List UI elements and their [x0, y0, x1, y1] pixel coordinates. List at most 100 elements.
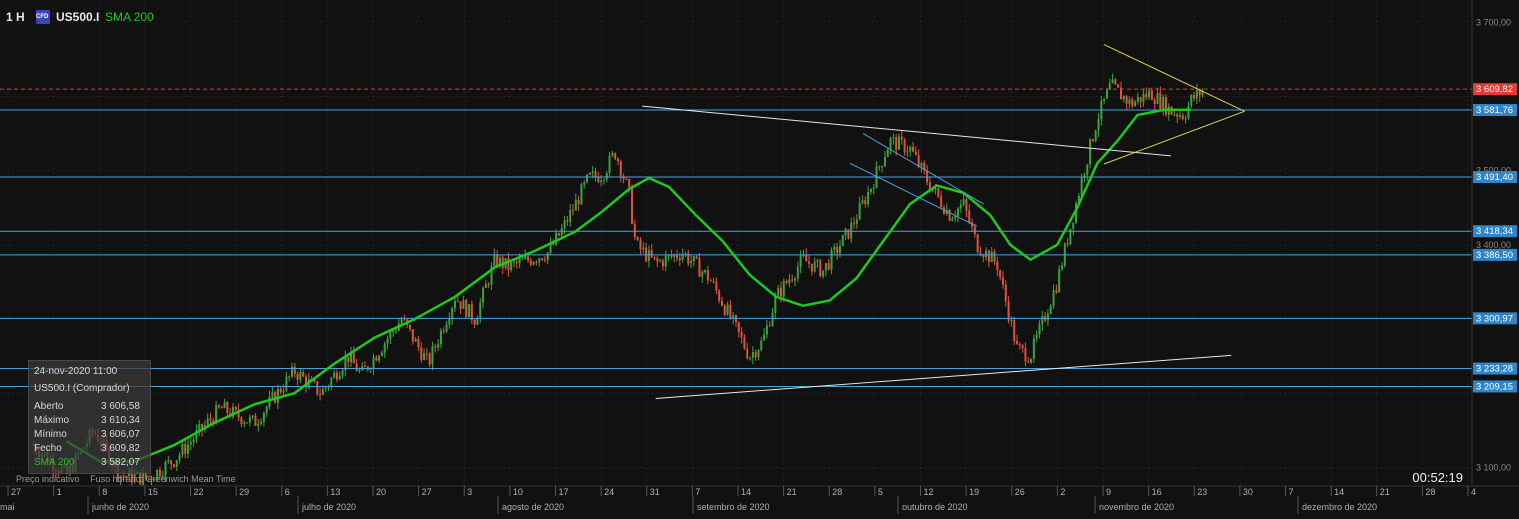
candle-body	[566, 220, 569, 222]
candle-body	[1038, 323, 1041, 335]
candle-body	[1049, 306, 1052, 314]
candle-body	[187, 444, 190, 454]
chart-area[interactable]: 3 100,00 3 700,00 3 500,00 3 400,00 3 609,82…	[0, 0, 1519, 514]
candle-body	[836, 246, 839, 254]
candle-body	[1052, 290, 1055, 307]
candle-body	[512, 261, 515, 263]
candle-body	[633, 223, 636, 238]
candle-body	[757, 350, 760, 358]
candle-body	[796, 267, 799, 279]
candle-body	[479, 302, 482, 319]
month-label: julho de 2020	[301, 502, 356, 512]
candle-body	[993, 251, 996, 262]
candle-body	[260, 421, 263, 424]
candle-body	[465, 300, 468, 318]
candle-body	[982, 255, 985, 258]
candle-body	[341, 370, 344, 376]
candle-body	[987, 250, 990, 262]
candle-body	[833, 246, 836, 250]
candle-body	[453, 301, 456, 308]
candle-body	[940, 196, 943, 208]
candle-body	[583, 182, 586, 185]
candle-body	[189, 442, 192, 445]
price-chart[interactable]: 3 100,003 700,003 500,003 400,003 609,82…	[0, 0, 1519, 514]
candle-body	[234, 406, 237, 410]
candle-body	[1105, 89, 1108, 99]
candle-body	[611, 153, 614, 156]
candle-body	[1016, 340, 1019, 345]
candle-body	[830, 249, 833, 270]
time-tick-label: 21	[787, 487, 797, 497]
indicator-label[interactable]: SMA 200	[105, 8, 154, 26]
cfd-icon: CFD	[36, 10, 50, 24]
candle-body	[448, 318, 451, 325]
candle-body	[420, 347, 423, 360]
candle-body	[602, 179, 605, 181]
candle-body	[1086, 164, 1089, 175]
time-tick-label: 22	[194, 487, 204, 497]
month-label: mai	[0, 502, 15, 512]
candle-body	[543, 259, 546, 261]
candle-body	[268, 396, 271, 407]
candle-body	[726, 304, 729, 315]
infobox-label-close: Fecho	[34, 443, 62, 454]
candle-body	[541, 258, 544, 260]
candle-body	[380, 352, 383, 356]
candle-body	[715, 281, 718, 291]
candle-body	[1179, 115, 1182, 117]
candle-body	[271, 392, 274, 397]
candle-body	[1108, 83, 1111, 90]
candle-body	[594, 171, 597, 177]
candle-body	[285, 376, 288, 391]
time-tick-label: 29	[239, 487, 249, 497]
timeframe-label[interactable]: 1 H	[6, 8, 25, 26]
candle-body	[254, 415, 257, 426]
candle-body	[518, 258, 521, 264]
candle-body	[262, 412, 265, 422]
infobox-value-low: 3 606,07	[101, 429, 140, 440]
timezone-label: Fuso horário: Greenwich Mean Time	[90, 474, 236, 484]
candle-body	[740, 331, 743, 338]
candle-body	[1091, 139, 1094, 141]
candle-body	[816, 260, 819, 262]
time-tick-label: 13	[330, 487, 340, 497]
symbol-label[interactable]: US500.I	[56, 8, 99, 26]
candle-body	[704, 270, 707, 272]
candle-body	[698, 258, 701, 277]
trendline-yellow	[1103, 44, 1245, 112]
time-tick-label: 5	[878, 487, 883, 497]
candle-body	[827, 263, 830, 270]
candle-body	[1131, 99, 1134, 107]
candle-body	[1001, 277, 1004, 285]
month-label: dezembro de 2020	[1302, 502, 1377, 512]
candle-body	[850, 222, 853, 239]
candle-body	[886, 149, 889, 158]
time-tick-label: 30	[1243, 487, 1253, 497]
candle-body	[347, 356, 350, 362]
candle-body	[476, 318, 479, 325]
candle-body	[352, 352, 355, 364]
candle-body	[445, 324, 448, 332]
candle-body	[451, 307, 454, 319]
candle-body	[771, 312, 774, 326]
time-tick-label: 28	[832, 487, 842, 497]
candle-body	[428, 353, 431, 365]
candle-body	[251, 415, 254, 418]
candle-body	[1089, 139, 1092, 165]
candle-body	[912, 146, 915, 152]
candle-body	[557, 233, 560, 236]
candle-body	[1184, 118, 1187, 120]
candle-body	[973, 226, 976, 235]
candle-body	[650, 250, 653, 257]
candle-body	[1150, 90, 1153, 101]
candle-body	[209, 418, 212, 421]
infobox-label-sma: SMA 200	[34, 457, 75, 468]
time-tick-label: 21	[1380, 487, 1390, 497]
candle-body	[808, 261, 811, 264]
candle-body	[659, 260, 662, 262]
candle-body	[661, 260, 664, 267]
candle-body	[895, 137, 898, 150]
candle-body	[456, 301, 459, 303]
time-tick-label: 7	[695, 487, 700, 497]
candle-body	[957, 208, 960, 217]
